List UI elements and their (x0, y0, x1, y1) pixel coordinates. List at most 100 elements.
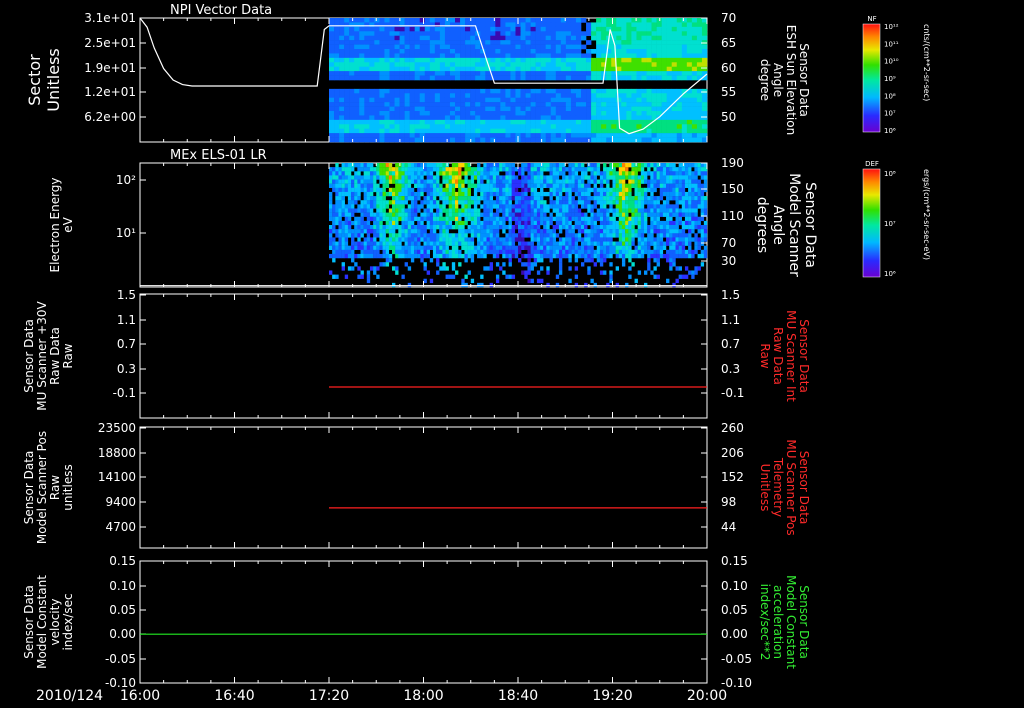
heatmap-cell (360, 216, 364, 222)
heatmap-cell (417, 245, 421, 250)
heatmap-cell (455, 62, 461, 68)
heatmap-cell (439, 216, 443, 222)
heatmap-cell (339, 93, 345, 99)
heatmap-cell (502, 241, 506, 246)
heatmap-cell (616, 53, 622, 59)
heatmap-cell (599, 229, 604, 234)
heatmap-cell (426, 216, 430, 222)
heatmap-cell (434, 62, 441, 68)
heatmap-cell (335, 253, 339, 259)
heatmap-cell (341, 249, 345, 255)
heatmap-cell (510, 35, 516, 41)
heatmap-cell (606, 22, 612, 28)
heatmap-cell (609, 196, 613, 201)
heatmap-cell (347, 191, 352, 197)
heatmap-cell (701, 93, 708, 99)
heatmap-cell (508, 175, 512, 180)
heatmap-cell (570, 133, 577, 138)
heatmap-cell (571, 175, 575, 180)
heatmap-cell (565, 97, 572, 103)
heatmap-cell (369, 208, 374, 213)
heatmap-cell (511, 196, 516, 201)
heatmap-cell (436, 241, 440, 246)
heatmap-cell (549, 200, 553, 205)
heatmap-cell (521, 237, 525, 242)
heatmap-cell (442, 237, 446, 242)
heatmap-cell (417, 241, 421, 246)
heatmap-cell (694, 191, 698, 197)
heatmap-cell (651, 111, 657, 116)
heatmap-cell (587, 233, 591, 238)
heatmap-cell (379, 225, 383, 230)
heatmap-cell (675, 175, 679, 180)
heatmap-cell (460, 75, 466, 81)
heatmap-cell (444, 22, 451, 28)
heatmap-cell (424, 40, 431, 45)
heatmap-cell (540, 179, 544, 184)
heatmap-cell (691, 26, 698, 32)
heatmap-cell (354, 57, 360, 63)
heatmap-cell (527, 225, 531, 230)
heatmap-cell (555, 204, 560, 209)
heatmap-cell (404, 241, 408, 246)
y2-axis-label: Sensor Data (797, 319, 811, 393)
heatmap-cell (628, 196, 632, 201)
heatmap-cell (461, 237, 465, 242)
heatmap-cell (518, 167, 522, 172)
heatmap-cell (611, 97, 617, 103)
heatmap-cell (520, 18, 526, 23)
heatmap-cell (549, 245, 553, 250)
heatmap-cell (661, 133, 667, 138)
heatmap-cell (332, 208, 336, 213)
heatmap-cell (545, 57, 552, 63)
heatmap-cell (577, 233, 582, 238)
heatmap-cell (424, 44, 431, 50)
heatmap-cell (697, 187, 701, 193)
heatmap-cell (535, 22, 541, 28)
heatmap-cell (653, 183, 657, 188)
heatmap-cell (558, 179, 563, 184)
heatmap-cell (366, 220, 371, 226)
heatmap-cell (363, 225, 367, 230)
heatmap-cell (606, 167, 610, 172)
heatmap-cell (369, 44, 375, 50)
heatmap-cell (671, 66, 678, 72)
heatmap-cell (599, 179, 604, 184)
heatmap-cell (681, 208, 686, 213)
heatmap-cell (489, 216, 493, 222)
heatmap-cell (351, 187, 355, 193)
heatmap-cell (618, 187, 623, 193)
heatmap-cell (646, 106, 652, 112)
heatmap-cell (549, 253, 553, 259)
heatmap-cell (626, 137, 632, 143)
heatmap-cell (659, 191, 664, 197)
heatmap-cell (366, 208, 371, 213)
heatmap-cell (338, 229, 342, 234)
heatmap-cell (360, 220, 364, 226)
heatmap-cell (530, 220, 534, 226)
heatmap-cell (351, 233, 355, 238)
heatmap-cell (626, 44, 632, 50)
heatmap-cell (364, 35, 370, 41)
heatmap-cell (464, 282, 468, 288)
heatmap-cell (603, 163, 607, 168)
heatmap-cell (574, 163, 579, 168)
heatmap-cell (590, 216, 594, 222)
heatmap-cell (379, 229, 383, 234)
heatmap-cell (338, 171, 342, 176)
heatmap-cell (439, 229, 443, 234)
heatmap-cell (515, 31, 521, 37)
heatmap-cell (546, 183, 550, 188)
heatmap-cell (581, 167, 585, 172)
heatmap-cell (636, 119, 642, 125)
heatmap-cell (499, 266, 503, 271)
heatmap-cell (467, 208, 471, 213)
heatmap-cell (505, 106, 511, 112)
heatmap-cell (477, 208, 481, 213)
heatmap-cell (354, 163, 358, 168)
heatmap-cell (404, 216, 408, 222)
heatmap-cell (536, 208, 541, 213)
heatmap-cell (486, 183, 490, 188)
heatmap-cell (388, 225, 393, 230)
heatmap-cell (666, 119, 673, 125)
